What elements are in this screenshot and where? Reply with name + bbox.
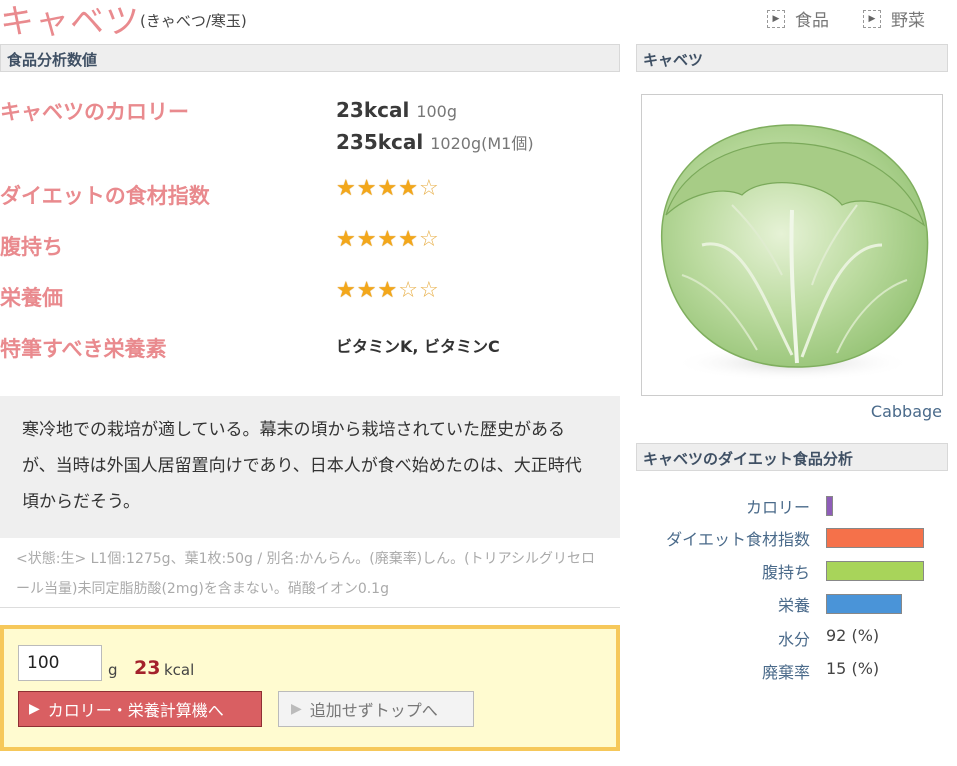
water-value: 92 (%)	[826, 626, 880, 645]
quantity-input[interactable]	[18, 645, 102, 681]
star-filled-icon: ★	[377, 176, 398, 201]
calculated-kcal-unit: kcal	[164, 661, 195, 679]
page-title: キャベツ	[0, 2, 140, 42]
calorie-amount: 100g	[416, 102, 458, 121]
diet-index-label: ダイエットの食材指数	[0, 184, 210, 208]
nutrients-value: ビタミンK, ビタミンC	[336, 337, 500, 356]
button-label: カロリー・栄養計算機へ	[47, 701, 224, 720]
play-icon: ▶	[863, 9, 881, 28]
calculated-kcal: 23	[134, 657, 161, 679]
breadcrumb-food[interactable]: ▶ 食品	[767, 6, 829, 31]
photo-caption: Cabbage	[870, 402, 942, 421]
back-to-top-button[interactable]: ▶ 追加せずトップへ	[278, 691, 474, 727]
calorie-line: 23kcal 100g	[336, 98, 534, 122]
calorie-label: キャベツのカロリー	[0, 100, 189, 124]
bar-label: 栄養	[777, 596, 810, 615]
calorie-bar	[826, 496, 833, 516]
calorie-amount: 1020g(M1個)	[430, 134, 534, 153]
nutrition-stars: ★ ★ ★ ☆ ☆	[336, 280, 439, 302]
description-text: 寒冷地での栽培が適している。幕末の頃から栽培されていた歴史があるが、当時は外国人…	[22, 420, 582, 512]
bar-label: カロリー	[745, 498, 810, 517]
waste-value: 15 (%)	[826, 659, 880, 678]
fullness-bar	[826, 561, 924, 581]
breadcrumb-label: 食品	[795, 11, 829, 31]
calorie-kcal: 23kcal	[336, 98, 410, 122]
water-row: 水分 92 (%)	[636, 626, 948, 650]
star-filled-icon: ★	[336, 227, 356, 252]
star-empty-icon: ☆	[418, 227, 439, 252]
diet-bar-row: ダイエット食材指数	[636, 526, 948, 550]
diet-index-stars: ★ ★ ★ ★ ☆	[336, 178, 439, 200]
star-filled-icon: ★	[398, 227, 418, 252]
calorie-calculator-button[interactable]: ▶ カロリー・栄養計算機へ	[18, 691, 262, 727]
star-filled-icon: ★	[336, 176, 356, 201]
star-filled-icon: ★	[398, 176, 418, 201]
nutrition-label: 栄養価	[0, 286, 63, 310]
cabbage-photo	[641, 94, 943, 396]
diet-analysis-heading: キャベツのダイエット食品分析	[636, 443, 948, 471]
star-filled-icon: ★	[356, 278, 377, 303]
diet-index-bar	[826, 528, 924, 548]
star-filled-icon: ★	[336, 278, 356, 303]
waste-row: 廃棄率 15 (%)	[636, 659, 948, 683]
play-icon: ▶	[291, 701, 302, 717]
calorie-values: 23kcal 100g 235kcal 1020g(M1個)	[336, 98, 534, 154]
breadcrumb-label: 野菜	[891, 11, 925, 31]
bar-label: 腹持ち	[761, 563, 810, 582]
nutrition-bar	[826, 594, 902, 614]
play-icon: ▶	[767, 9, 785, 28]
description-box: 寒冷地での栽培が適している。幕末の頃から栽培されていた歴史があるが、当時は外国人…	[0, 396, 620, 538]
diet-bar-row: 腹持ち	[636, 559, 948, 583]
waste-label: 廃棄率	[761, 663, 810, 682]
nutrients-label: 特筆すべき栄養素	[0, 337, 167, 361]
star-empty-icon: ☆	[418, 176, 439, 201]
cabbage-illustration	[661, 124, 929, 381]
breadcrumb-vegetable[interactable]: ▶ 野菜	[863, 6, 925, 31]
star-filled-icon: ★	[377, 278, 398, 303]
fullness-stars: ★ ★ ★ ★ ☆	[336, 229, 439, 251]
button-label: 追加せずトップへ	[309, 701, 438, 720]
calorie-line: 235kcal 1020g(M1個)	[336, 130, 534, 154]
play-icon: ▶	[29, 701, 40, 717]
diet-bar-row: 栄養	[636, 592, 948, 616]
title-reading: (きゃべつ/寒玉)	[140, 12, 247, 30]
calculator-panel: g 23 kcal ▶ カロリー・栄養計算機へ ▶ 追加せずトップへ	[0, 625, 620, 751]
diet-bar-row: カロリー	[636, 494, 948, 518]
star-filled-icon: ★	[356, 227, 377, 252]
star-filled-icon: ★	[356, 176, 377, 201]
fullness-label: 腹持ち	[0, 235, 63, 259]
star-filled-icon: ★	[377, 227, 398, 252]
divider	[0, 607, 620, 608]
bar-label: ダイエット食材指数	[666, 530, 810, 549]
analysis-heading: 食品分析数値	[0, 44, 620, 72]
water-label: 水分	[777, 630, 810, 649]
star-empty-icon: ☆	[398, 278, 418, 303]
quantity-unit: g	[108, 661, 118, 679]
star-empty-icon: ☆	[418, 278, 439, 303]
sidebar-heading: キャベツ	[636, 44, 948, 72]
calorie-kcal: 235kcal	[336, 130, 424, 154]
notes-text: <状態:生> L1個:1275g、葉1枚:50g / 別名:かんらん。(廃棄率)…	[16, 551, 596, 597]
